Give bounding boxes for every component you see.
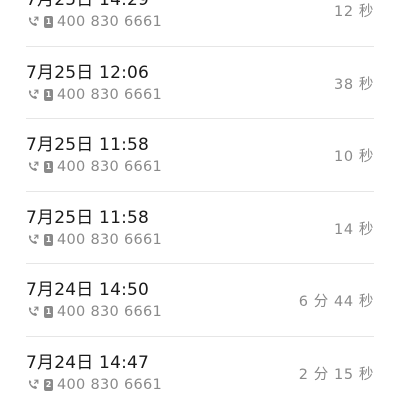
call-duration: 38 秒 xyxy=(334,76,374,93)
call-meta: 1 400 830 6661 xyxy=(26,87,162,103)
call-meta: 1 400 830 6661 xyxy=(26,14,162,30)
call-log-row[interactable]: 7月24日 14:47 2 400 830 6661 2 分 15 秒 xyxy=(26,337,374,409)
call-number: 400 830 6661 xyxy=(57,86,163,103)
sim-card-icon: 1 xyxy=(44,88,53,101)
sim-card-icon: 1 xyxy=(44,161,53,174)
call-number: 400 830 6661 xyxy=(57,231,163,248)
call-meta: 1 400 830 6661 xyxy=(26,232,162,248)
sim-card-icon: 1 xyxy=(44,306,53,319)
call-duration: 12 秒 xyxy=(334,4,374,20)
call-time: 7月24日 14:50 xyxy=(26,280,150,301)
call-log-list: 7月25日 14:29 1 400 830 6661 12 秒 7月25日 12… xyxy=(0,0,400,409)
call-meta: 2 400 830 6661 xyxy=(26,377,162,393)
call-duration: 6 分 44 秒 xyxy=(298,294,374,311)
call-time: 7月25日 14:29 xyxy=(26,0,150,10)
call-time: 7月25日 12:06 xyxy=(26,62,150,83)
outgoing-call-icon xyxy=(28,161,39,172)
call-log-row[interactable]: 7月25日 14:29 1 400 830 6661 12 秒 xyxy=(26,0,374,47)
call-meta: 1 400 830 6661 xyxy=(26,159,162,175)
outgoing-call-icon xyxy=(28,379,39,389)
call-log-row[interactable]: 7月25日 12:06 1 400 830 6661 38 秒 xyxy=(26,47,374,120)
call-log-row[interactable]: 7月25日 11:58 1 400 830 6661 10 秒 xyxy=(26,119,374,192)
call-number: 400 830 6661 xyxy=(57,159,163,176)
call-number: 400 830 6661 xyxy=(57,376,163,393)
call-duration: 10 秒 xyxy=(334,149,374,166)
call-duration: 14 秒 xyxy=(334,221,374,238)
call-log-row[interactable]: 7月24日 14:50 1 400 830 6661 6 分 44 秒 xyxy=(26,264,374,337)
call-time: 7月25日 11:58 xyxy=(26,135,150,156)
outgoing-call-icon xyxy=(28,89,39,99)
call-duration: 2 分 15 秒 xyxy=(298,366,374,383)
sim-card-icon: 1 xyxy=(44,233,53,246)
call-log-row[interactable]: 7月25日 11:58 1 400 830 6661 14 秒 xyxy=(26,192,374,265)
outgoing-call-icon xyxy=(28,16,39,27)
call-number: 400 830 6661 xyxy=(57,14,163,30)
call-meta: 1 400 830 6661 xyxy=(26,304,162,320)
call-time: 7月25日 11:58 xyxy=(26,207,150,228)
outgoing-call-icon xyxy=(28,306,39,317)
call-number: 400 830 6661 xyxy=(57,304,163,321)
call-time: 7月24日 14:47 xyxy=(26,352,150,373)
sim-card-icon: 2 xyxy=(44,378,53,391)
outgoing-call-icon xyxy=(28,234,39,244)
sim-card-icon: 1 xyxy=(44,16,53,28)
